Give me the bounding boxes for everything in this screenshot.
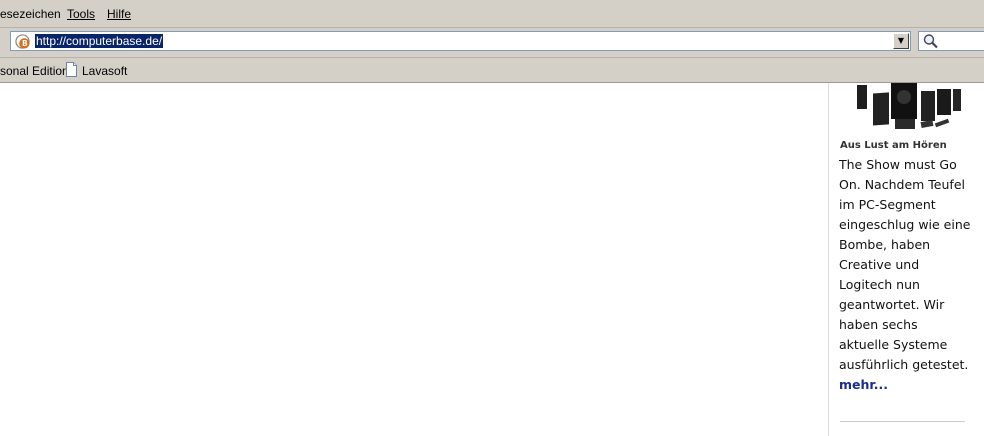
menu-help[interactable]: Hilfe <box>107 7 131 21</box>
menu-tools[interactable]: Tools <box>67 7 95 21</box>
speaker-system-image[interactable] <box>851 83 963 133</box>
teaser-text: The Show must Go On. Nachdem Teufel im P… <box>839 155 971 395</box>
divider <box>840 421 965 422</box>
sidebar-teaser: Aus Lust am Hören The Show must Go On. N… <box>828 83 984 436</box>
bookmark-personal-edition[interactable]: sonal Edition <box>0 64 69 78</box>
url-text[interactable]: http://computerbase.de/ <box>35 34 164 48</box>
teaser-body: The Show must Go On. Nachdem Teufel im P… <box>839 157 971 372</box>
page-icon <box>66 62 77 77</box>
more-link[interactable]: mehr... <box>839 377 888 392</box>
navigation-toolbar: B http://computerbase.de/ ▼ <box>0 28 984 58</box>
bookmark-lavasoft[interactable]: Lavasoft <box>82 64 127 78</box>
teaser-heading[interactable]: Aus Lust am Hören <box>840 140 947 151</box>
search-icon[interactable] <box>922 33 940 49</box>
chevron-down-icon[interactable]: ▼ <box>893 33 909 49</box>
bookmarks-toolbar: sonal Edition Lavasoft <box>0 58 984 83</box>
menu-bar: esezeichen Tools Hilfe <box>0 0 984 28</box>
address-bar[interactable]: B http://computerbase.de/ ▼ <box>10 31 911 51</box>
page-content <box>0 83 828 436</box>
menu-bookmarks[interactable]: esezeichen <box>0 7 61 21</box>
site-favicon-icon: B <box>15 34 30 49</box>
search-input[interactable] <box>918 31 984 51</box>
svg-text:B: B <box>22 39 28 48</box>
